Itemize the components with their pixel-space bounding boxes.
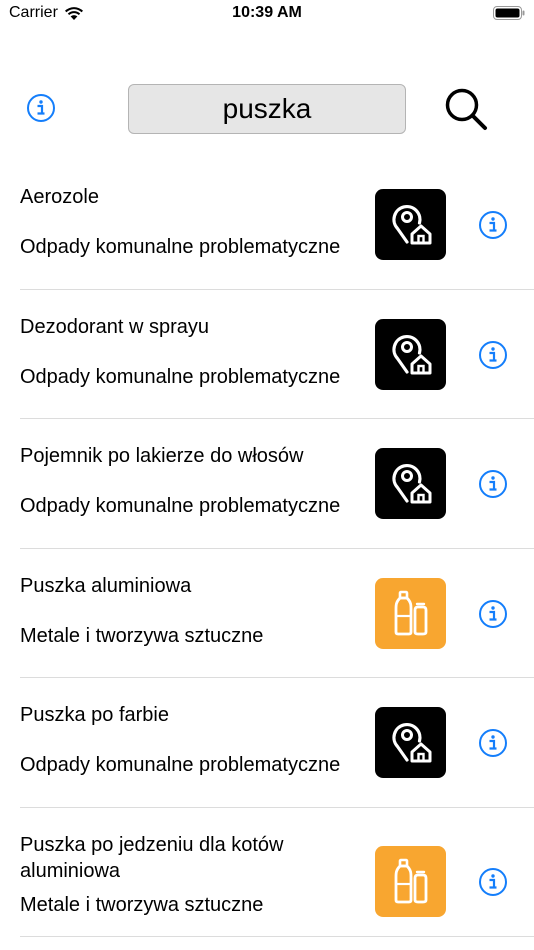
- item-info-button[interactable]: [478, 867, 508, 897]
- item-category: Odpady komunalne problematyczne: [20, 365, 341, 388]
- status-time: 10:39 AM: [232, 4, 302, 21]
- location-home-icon: [392, 205, 432, 245]
- item-name: Puszka aluminiowa: [20, 574, 192, 597]
- app-info-button[interactable]: [26, 93, 56, 123]
- search-button[interactable]: [442, 84, 490, 134]
- item-info-button[interactable]: [478, 728, 508, 758]
- item-info-button[interactable]: [478, 469, 508, 499]
- info-circle-icon: [479, 470, 507, 498]
- item-info-button[interactable]: [478, 599, 508, 629]
- bottle-can-icon: [394, 590, 428, 635]
- item-category: Odpady komunalne problematyczne: [20, 236, 341, 258]
- info-circle-icon: [479, 340, 507, 369]
- item-category: Odpady komunalne problematyczne: [20, 495, 341, 517]
- item-category: Metale i tworzywa sztuczne: [20, 624, 264, 647]
- result-row[interactable]: Puszka po farbie Odpady komunalne proble…: [0, 678, 534, 808]
- bottle-can-icon: [394, 858, 428, 903]
- location-home-icon: [392, 464, 432, 504]
- row-divider: [20, 936, 534, 937]
- info-circle-icon: [479, 599, 507, 628]
- item-name: Puszka po jedzeniu dla kotów aluminiowa: [20, 833, 284, 882]
- search-input[interactable]: puszka: [128, 84, 406, 134]
- category-tile: [375, 845, 446, 917]
- result-list: Aerozole Odpady komunalne problematyczne…: [0, 160, 534, 937]
- result-row[interactable]: Puszka aluminiowa Metale i tworzywa sztu…: [0, 549, 534, 678]
- result-row[interactable]: Dezodorant w sprayu Odpady komunalne pro…: [0, 290, 534, 419]
- info-circle-icon: [479, 867, 507, 896]
- search-toolbar: puszka: [0, 80, 534, 140]
- category-tile: [375, 577, 446, 649]
- category-tile: [375, 189, 446, 260]
- item-name: Dezodorant w sprayu: [20, 315, 209, 338]
- info-circle-icon: [27, 94, 55, 122]
- status-bar: Carrier 10:39 AM: [0, 0, 534, 30]
- info-circle-icon: [479, 211, 507, 239]
- result-row[interactable]: Puszka po jedzeniu dla kotów aluminiowa …: [0, 808, 534, 937]
- info-circle-icon: [479, 729, 507, 757]
- category-tile: [375, 448, 446, 519]
- item-name: Pojemnik po lakierze do włosów: [20, 445, 304, 467]
- item-category: Metale i tworzywa sztuczne: [20, 893, 264, 916]
- item-info-button[interactable]: [478, 210, 508, 240]
- location-home-icon: [392, 723, 432, 763]
- category-tile: [375, 707, 446, 778]
- item-name: Puszka po farbie: [20, 704, 169, 726]
- location-home-icon: [392, 334, 432, 374]
- category-tile: [375, 318, 446, 390]
- result-row[interactable]: Aerozole Odpady komunalne problematyczne: [0, 160, 534, 290]
- result-row[interactable]: Pojemnik po lakierze do włosów Odpady ko…: [0, 419, 534, 549]
- battery-icon: [493, 6, 525, 20]
- item-name: Aerozole: [20, 186, 99, 208]
- item-info-button[interactable]: [478, 340, 508, 370]
- item-category: Odpady komunalne problematyczne: [20, 754, 341, 776]
- magnifier-icon: [445, 88, 487, 130]
